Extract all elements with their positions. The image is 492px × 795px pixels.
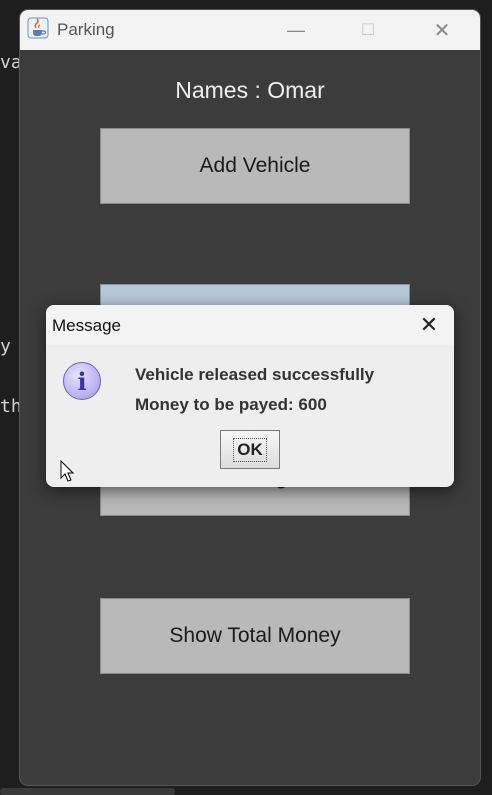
maximize-button[interactable]: ☐ [338, 10, 398, 50]
minimize-icon: — [287, 19, 305, 40]
dialog-title: Message [52, 316, 121, 335]
background-text-fragment: y [0, 336, 11, 357]
minimize-button[interactable]: — [266, 10, 326, 50]
window-titlebar[interactable]: Parking — ☐ ✕ [20, 10, 480, 50]
dialog-titlebar[interactable]: Message ✕ [46, 305, 454, 345]
mouse-cursor-icon [60, 460, 75, 482]
dialog-message-line: Money to be payed: 600 [135, 395, 327, 414]
dialog-message-line: Vehicle released successfully [135, 365, 375, 384]
add-vehicle-button[interactable]: Add Vehicle [100, 128, 410, 204]
background-scrollbar [0, 788, 175, 795]
message-dialog: Message ✕ i Vehicle released successfull… [46, 305, 454, 487]
close-button[interactable]: ✕ [412, 10, 472, 50]
close-icon: ✕ [433, 19, 451, 42]
show-total-money-button[interactable]: Show Total Money [100, 598, 410, 674]
names-label: Names : Omar [175, 77, 325, 103]
close-icon: ✕ [419, 312, 439, 337]
maximize-icon: ☐ [360, 22, 376, 39]
window-title: Parking [57, 20, 115, 39]
info-icon: i [63, 362, 101, 400]
ok-button[interactable]: OK [220, 430, 280, 469]
background-text-fragment: th [0, 396, 22, 417]
background-text-fragment: va [0, 52, 22, 73]
dialog-close-button[interactable]: ✕ [414, 311, 444, 339]
java-cup-icon [27, 17, 49, 39]
ok-button-label: OK [233, 437, 267, 462]
